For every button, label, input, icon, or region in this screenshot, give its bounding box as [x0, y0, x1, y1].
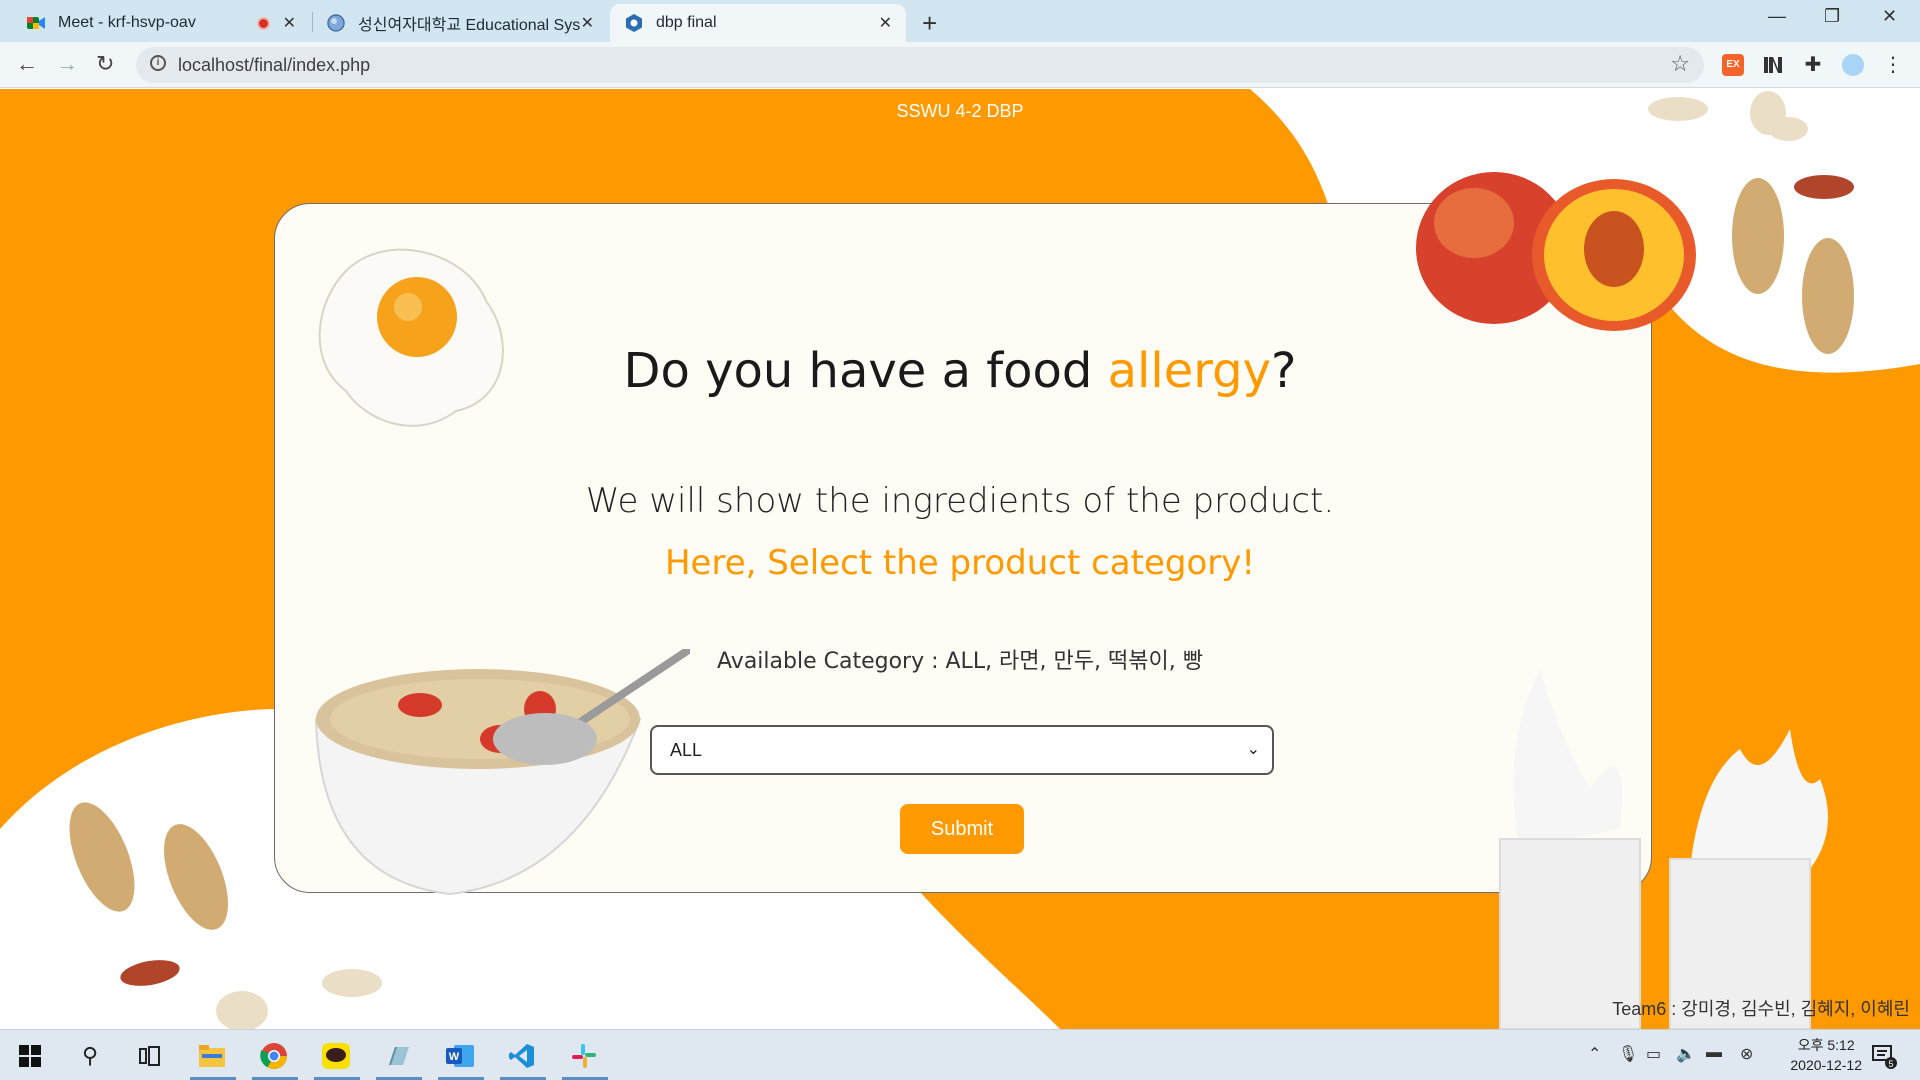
close-tab-icon[interactable]: ✕ — [581, 13, 594, 33]
select-value: ALL — [670, 740, 703, 760]
chevron-down-icon: ⌄ — [1246, 741, 1260, 758]
available-category-text: Available Category : ALL, 라면, 만두, 떡볶이, 빵 — [717, 649, 1203, 674]
recording-indicator-icon — [257, 17, 270, 30]
extensions-puzzle-icon[interactable]: ✚ — [1802, 54, 1824, 76]
tab-educational-system[interactable]: 성신여자대학교 Educational Sys ✕ — [312, 4, 608, 42]
tab-meet[interactable]: Meet - krf-hsvp-oav ✕ — [12, 4, 310, 42]
forward-icon[interactable]: → — [56, 51, 78, 77]
back-icon[interactable]: ← — [16, 51, 38, 77]
submit-button[interactable]: Submit — [900, 804, 1024, 854]
page-icon — [624, 13, 644, 33]
windows-taskbar: ⚲ W ⌃ 🎙 ▭ 🔈 ▬ ⊗ 오후 5:12 2020-12-12 5 — [0, 1029, 1920, 1080]
peanuts-bottom-icon — [69, 802, 382, 1029]
close-tab-icon[interactable]: ✕ — [879, 13, 892, 33]
slack-icon[interactable] — [566, 1038, 602, 1074]
system-clock[interactable]: 오후 5:12 2020-12-12 — [1790, 1035, 1862, 1075]
kakaotalk-icon[interactable] — [318, 1038, 354, 1074]
notes-app-icon[interactable] — [380, 1038, 416, 1074]
globe-icon — [326, 13, 346, 33]
volume-icon[interactable]: 🔈 — [1676, 1044, 1696, 1064]
clock-time: 오후 5:12 — [1797, 1037, 1855, 1053]
extension-ex-label: EX — [1726, 59, 1740, 70]
profile-avatar[interactable] — [1842, 54, 1864, 76]
tab-title: dbp final — [656, 14, 717, 31]
browser-toolbar: ← → ↻ i localhost/final/index.php ☆ EX ✚… — [0, 42, 1920, 88]
tab-title: Meet - krf-hsvp-oav — [58, 14, 196, 31]
title-highlight: allergy — [1107, 343, 1271, 399]
clock-date: 2020-12-12 — [1790, 1057, 1862, 1073]
search-icon[interactable]: ⚲ — [72, 1038, 108, 1074]
milk-glass-icon — [1499, 669, 1828, 1029]
battery-icon[interactable]: ▬ — [1706, 1044, 1722, 1062]
new-tab-icon[interactable]: + — [922, 8, 937, 39]
file-explorer-icon[interactable] — [194, 1038, 230, 1074]
description-text: We will show the ingredients of the prod… — [585, 481, 1335, 521]
category-select[interactable]: ALL ⌄ — [650, 725, 1274, 775]
extension-notion-icon[interactable] — [1762, 54, 1784, 76]
info-icon[interactable]: i — [150, 55, 166, 71]
bookmark-star-icon[interactable]: ☆ — [1670, 51, 1690, 77]
title-prefix: Do you have a food — [623, 343, 1108, 399]
vscode-icon[interactable] — [504, 1038, 540, 1074]
task-view-icon[interactable] — [132, 1038, 168, 1074]
fried-egg-icon — [318, 248, 504, 427]
blocked-icon[interactable]: ⊗ — [1740, 1044, 1753, 1064]
reload-icon[interactable]: ↻ — [96, 51, 114, 77]
url-text: localhost/final/index.php — [178, 55, 371, 75]
svg-text:W: W — [449, 1051, 460, 1063]
notification-count: 5 — [1888, 1059, 1893, 1069]
title-suffix: ? — [1271, 343, 1297, 399]
close-tab-icon[interactable]: ✕ — [283, 13, 296, 33]
word-icon[interactable]: W — [442, 1038, 478, 1074]
team-credits: Team6 : 강미경, 김수빈, 김혜지, 이혜린 — [1612, 999, 1910, 1019]
call-to-action-text: Here, Select the product category! — [664, 543, 1256, 583]
tray-chevron-up-icon[interactable]: ⌃ — [1588, 1044, 1601, 1064]
menu-kebab-icon[interactable]: ⋮ — [1882, 54, 1904, 76]
notification-center-icon[interactable]: 5 — [1866, 1038, 1902, 1074]
tab-bar: Meet - krf-hsvp-oav ✕ 성신여자대학교 Educationa… — [0, 0, 1920, 42]
close-window-icon[interactable]: ✕ — [1882, 6, 1897, 27]
network-icon[interactable]: ▭ — [1646, 1044, 1661, 1064]
windows-start-icon[interactable] — [12, 1038, 48, 1074]
tab-title: 성신여자대학교 Educational Sys — [358, 17, 581, 34]
restore-icon[interactable]: ❐ — [1824, 6, 1840, 27]
microphone-icon[interactable]: 🎙 — [1618, 1044, 1638, 1064]
page-title: Do you have a food allergy? — [0, 343, 1920, 399]
chrome-icon[interactable] — [256, 1038, 292, 1074]
peanut-icon — [1648, 91, 1854, 354]
google-meet-icon — [26, 13, 46, 33]
address-bar[interactable]: i localhost/final/index.php ☆ — [136, 47, 1704, 83]
minimize-icon[interactable]: — — [1768, 6, 1786, 27]
extension-ex-icon[interactable]: EX — [1722, 54, 1744, 76]
page-content: SSWU 4-2 DBP Do you have a food allergy?… — [0, 89, 1920, 1029]
tab-dbp-final[interactable]: dbp final ✕ — [610, 4, 906, 42]
